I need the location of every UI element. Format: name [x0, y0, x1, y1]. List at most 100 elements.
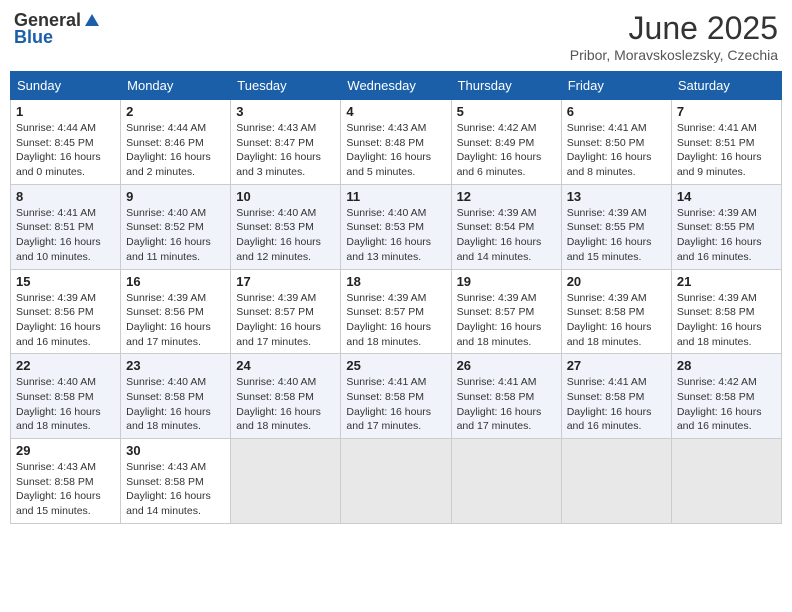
calendar-cell: 29 Sunrise: 4:43 AM Sunset: 8:58 PM Dayl… — [11, 439, 121, 524]
sunset-label: Sunset: 8:57 PM — [457, 306, 535, 318]
daylight-label: Daylight: 16 hours and 18 minutes. — [567, 321, 652, 348]
daylight-label: Daylight: 16 hours and 5 minutes. — [346, 151, 431, 178]
day-info: Sunrise: 4:40 AM Sunset: 8:58 PM Dayligh… — [236, 375, 335, 434]
daylight-label: Daylight: 16 hours and 16 minutes. — [16, 321, 101, 348]
day-number: 6 — [567, 104, 666, 119]
calendar-cell: 4 Sunrise: 4:43 AM Sunset: 8:48 PM Dayli… — [341, 100, 451, 185]
daylight-label: Daylight: 16 hours and 11 minutes. — [126, 236, 211, 263]
day-info: Sunrise: 4:39 AM Sunset: 8:56 PM Dayligh… — [16, 291, 115, 350]
day-number: 24 — [236, 358, 335, 373]
daylight-label: Daylight: 16 hours and 8 minutes. — [567, 151, 652, 178]
day-info: Sunrise: 4:43 AM Sunset: 8:58 PM Dayligh… — [126, 460, 225, 519]
sunset-label: Sunset: 8:49 PM — [457, 137, 535, 149]
weekday-header: Friday — [561, 72, 671, 100]
weekday-header: Thursday — [451, 72, 561, 100]
sunrise-label: Sunrise: 4:44 AM — [126, 122, 206, 134]
day-number: 30 — [126, 443, 225, 458]
calendar-cell — [451, 439, 561, 524]
calendar-cell: 23 Sunrise: 4:40 AM Sunset: 8:58 PM Dayl… — [121, 354, 231, 439]
sunset-label: Sunset: 8:53 PM — [346, 221, 424, 233]
sunset-label: Sunset: 8:50 PM — [567, 137, 645, 149]
sunrise-label: Sunrise: 4:39 AM — [567, 207, 647, 219]
day-info: Sunrise: 4:44 AM Sunset: 8:45 PM Dayligh… — [16, 121, 115, 180]
day-number: 3 — [236, 104, 335, 119]
sunset-label: Sunset: 8:58 PM — [346, 391, 424, 403]
sunrise-label: Sunrise: 4:40 AM — [236, 207, 316, 219]
day-number: 26 — [457, 358, 556, 373]
calendar-cell: 18 Sunrise: 4:39 AM Sunset: 8:57 PM Dayl… — [341, 269, 451, 354]
day-info: Sunrise: 4:41 AM Sunset: 8:51 PM Dayligh… — [16, 206, 115, 265]
sunrise-label: Sunrise: 4:40 AM — [126, 376, 206, 388]
sunrise-label: Sunrise: 4:39 AM — [16, 292, 96, 304]
daylight-label: Daylight: 16 hours and 18 minutes. — [346, 321, 431, 348]
calendar-cell: 21 Sunrise: 4:39 AM Sunset: 8:58 PM Dayl… — [671, 269, 781, 354]
day-info: Sunrise: 4:40 AM Sunset: 8:52 PM Dayligh… — [126, 206, 225, 265]
day-number: 18 — [346, 274, 445, 289]
weekday-header: Monday — [121, 72, 231, 100]
weekday-header: Tuesday — [231, 72, 341, 100]
day-number: 5 — [457, 104, 556, 119]
day-info: Sunrise: 4:39 AM Sunset: 8:57 PM Dayligh… — [346, 291, 445, 350]
calendar-week-row: 8 Sunrise: 4:41 AM Sunset: 8:51 PM Dayli… — [11, 184, 782, 269]
sunrise-label: Sunrise: 4:42 AM — [677, 376, 757, 388]
weekday-header: Saturday — [671, 72, 781, 100]
weekday-header: Sunday — [11, 72, 121, 100]
daylight-label: Daylight: 16 hours and 16 minutes. — [677, 236, 762, 263]
sunset-label: Sunset: 8:57 PM — [236, 306, 314, 318]
day-number: 4 — [346, 104, 445, 119]
sunset-label: Sunset: 8:52 PM — [126, 221, 204, 233]
calendar-cell: 22 Sunrise: 4:40 AM Sunset: 8:58 PM Dayl… — [11, 354, 121, 439]
calendar-cell — [231, 439, 341, 524]
day-number: 23 — [126, 358, 225, 373]
day-number: 15 — [16, 274, 115, 289]
day-number: 8 — [16, 189, 115, 204]
calendar-cell: 15 Sunrise: 4:39 AM Sunset: 8:56 PM Dayl… — [11, 269, 121, 354]
sunset-label: Sunset: 8:58 PM — [677, 391, 755, 403]
daylight-label: Daylight: 16 hours and 17 minutes. — [236, 321, 321, 348]
day-info: Sunrise: 4:39 AM Sunset: 8:54 PM Dayligh… — [457, 206, 556, 265]
page-header: General Blue June 2025 Pribor, Moravskos… — [10, 10, 782, 63]
calendar-cell: 6 Sunrise: 4:41 AM Sunset: 8:50 PM Dayli… — [561, 100, 671, 185]
sunrise-label: Sunrise: 4:41 AM — [457, 376, 537, 388]
weekday-header-row: SundayMondayTuesdayWednesdayThursdayFrid… — [11, 72, 782, 100]
day-info: Sunrise: 4:41 AM Sunset: 8:51 PM Dayligh… — [677, 121, 776, 180]
day-number: 21 — [677, 274, 776, 289]
calendar-week-row: 29 Sunrise: 4:43 AM Sunset: 8:58 PM Dayl… — [11, 439, 782, 524]
day-info: Sunrise: 4:40 AM Sunset: 8:58 PM Dayligh… — [16, 375, 115, 434]
day-number: 9 — [126, 189, 225, 204]
sunset-label: Sunset: 8:58 PM — [457, 391, 535, 403]
day-info: Sunrise: 4:40 AM Sunset: 8:53 PM Dayligh… — [236, 206, 335, 265]
calendar-cell — [561, 439, 671, 524]
day-info: Sunrise: 4:43 AM Sunset: 8:58 PM Dayligh… — [16, 460, 115, 519]
day-info: Sunrise: 4:41 AM Sunset: 8:58 PM Dayligh… — [346, 375, 445, 434]
daylight-label: Daylight: 16 hours and 18 minutes. — [236, 406, 321, 433]
calendar-cell: 13 Sunrise: 4:39 AM Sunset: 8:55 PM Dayl… — [561, 184, 671, 269]
sunrise-label: Sunrise: 4:39 AM — [677, 292, 757, 304]
calendar-cell: 8 Sunrise: 4:41 AM Sunset: 8:51 PM Dayli… — [11, 184, 121, 269]
sunrise-label: Sunrise: 4:40 AM — [126, 207, 206, 219]
day-info: Sunrise: 4:39 AM Sunset: 8:56 PM Dayligh… — [126, 291, 225, 350]
day-info: Sunrise: 4:44 AM Sunset: 8:46 PM Dayligh… — [126, 121, 225, 180]
calendar-cell: 16 Sunrise: 4:39 AM Sunset: 8:56 PM Dayl… — [121, 269, 231, 354]
day-number: 2 — [126, 104, 225, 119]
daylight-label: Daylight: 16 hours and 3 minutes. — [236, 151, 321, 178]
sunrise-label: Sunrise: 4:43 AM — [346, 122, 426, 134]
day-number: 16 — [126, 274, 225, 289]
calendar-week-row: 1 Sunrise: 4:44 AM Sunset: 8:45 PM Dayli… — [11, 100, 782, 185]
day-number: 25 — [346, 358, 445, 373]
day-number: 29 — [16, 443, 115, 458]
day-info: Sunrise: 4:41 AM Sunset: 8:50 PM Dayligh… — [567, 121, 666, 180]
daylight-label: Daylight: 16 hours and 9 minutes. — [677, 151, 762, 178]
day-number: 11 — [346, 189, 445, 204]
sunset-label: Sunset: 8:57 PM — [346, 306, 424, 318]
calendar-cell: 12 Sunrise: 4:39 AM Sunset: 8:54 PM Dayl… — [451, 184, 561, 269]
calendar-cell: 25 Sunrise: 4:41 AM Sunset: 8:58 PM Dayl… — [341, 354, 451, 439]
sunset-label: Sunset: 8:47 PM — [236, 137, 314, 149]
sunset-label: Sunset: 8:53 PM — [236, 221, 314, 233]
sunset-label: Sunset: 8:58 PM — [16, 391, 94, 403]
calendar-cell: 1 Sunrise: 4:44 AM Sunset: 8:45 PM Dayli… — [11, 100, 121, 185]
logo-icon — [83, 12, 101, 30]
daylight-label: Daylight: 16 hours and 14 minutes. — [126, 490, 211, 517]
day-number: 20 — [567, 274, 666, 289]
day-number: 1 — [16, 104, 115, 119]
